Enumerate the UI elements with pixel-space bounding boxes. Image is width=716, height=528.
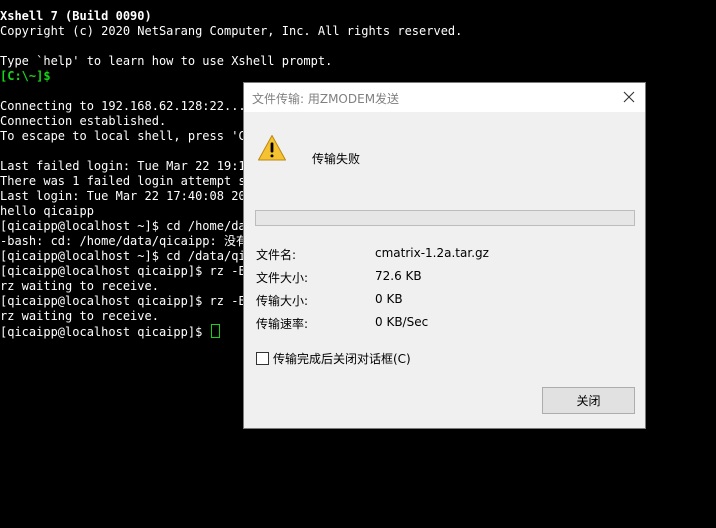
warning-icon (257, 134, 287, 162)
file-size-label: 文件大小: (256, 271, 309, 285)
transferred-size-label: 传输大小: (256, 294, 309, 308)
transfer-rate-label: 传输速率: (256, 317, 309, 331)
auto-close-label: 传输完成后关闭对话框(C) (273, 352, 411, 366)
terminal-line: Copyright (c) 2020 NetSarang Computer, I… (0, 24, 463, 38)
dialog-title: 文件传输: 用ZMODEM发送 (252, 92, 400, 106)
transferred-size-value: 0 KB (375, 292, 403, 306)
transfer-progress-bar (255, 210, 635, 226)
terminal-line: Xshell 7 (Build 0090) (0, 9, 152, 23)
transfer-status: 传输失败 (312, 152, 361, 166)
current-prompt: [qicaipp@localhost qicaipp]$ (0, 325, 210, 339)
auto-close-checkbox[interactable] (256, 352, 269, 365)
auto-close-option[interactable]: 传输完成后关闭对话框(C) (256, 350, 411, 367)
file-name-label: 文件名: (256, 248, 297, 262)
dialog-body: 传输失败 文件名: cmatrix-1.2a.tar.gz 文件大小: 72.6… (244, 112, 645, 428)
file-name-value: cmatrix-1.2a.tar.gz (375, 246, 489, 260)
close-button[interactable]: 关闭 (542, 387, 635, 414)
close-x-icon[interactable] (617, 85, 641, 109)
file-size-value: 72.6 KB (375, 269, 422, 283)
terminal-cursor (210, 324, 220, 338)
transfer-rate-value: 0 KB/Sec (375, 315, 429, 329)
file-transfer-dialog: 文件传输: 用ZMODEM发送 传输失败 文件名: cmatrix-1.2a.t… (243, 82, 646, 429)
dialog-titlebar[interactable]: 文件传输: 用ZMODEM发送 (244, 83, 645, 112)
terminal-line: Type `help' to learn how to use Xshell p… (0, 54, 333, 68)
